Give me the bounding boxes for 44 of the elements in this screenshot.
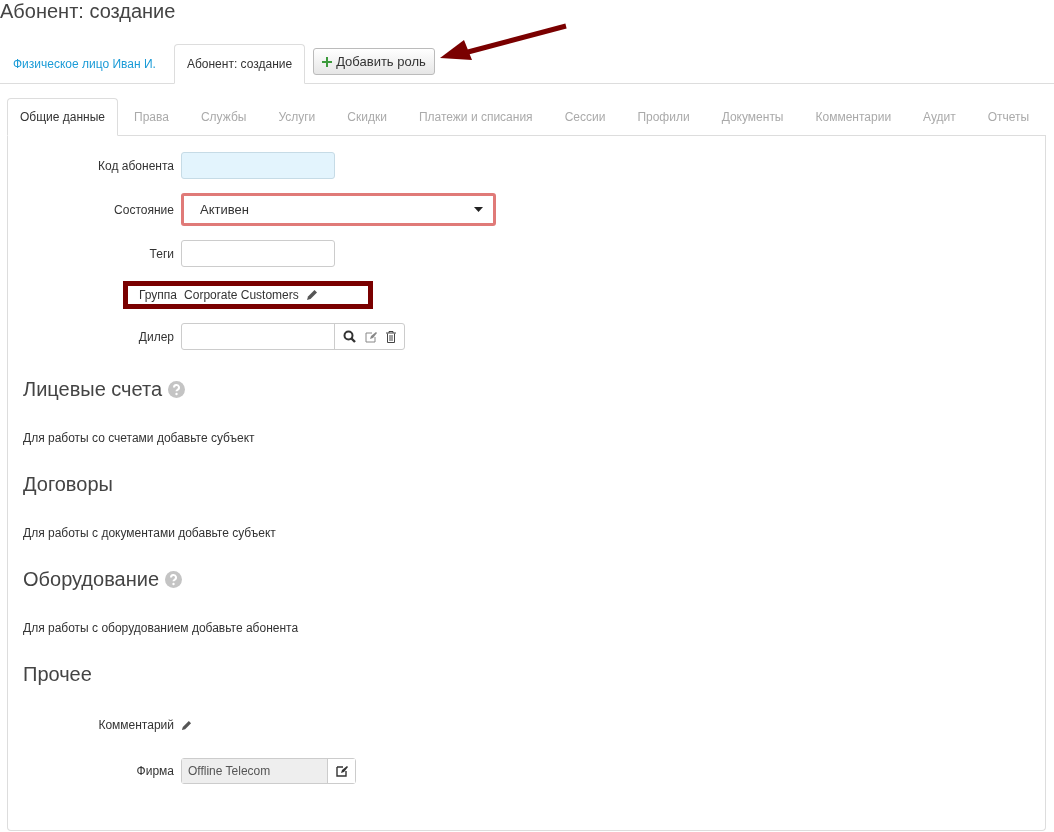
section-tab[interactable]: Права xyxy=(118,98,185,136)
caret-icon xyxy=(474,207,483,212)
info-message: Для работы с оборудованием добавьте абонента xyxy=(23,621,300,635)
plus-icon xyxy=(322,56,333,67)
section-heading: Прочее xyxy=(23,663,92,686)
role-tab[interactable]: Абонент: создание xyxy=(173,44,306,84)
group-value: Corporate Customers xyxy=(184,288,299,302)
company-field[interactable]: Offline Telecom xyxy=(181,758,356,784)
field-label: Код абонента xyxy=(97,158,174,173)
role-tab[interactable]: Физическое лицо Иван И. xyxy=(0,44,169,84)
pencil-icon[interactable] xyxy=(305,289,318,301)
info-message: Для работы с документами добавьте субъект xyxy=(23,526,277,540)
field-label: Фирма xyxy=(135,764,174,778)
search-icon[interactable] xyxy=(343,330,356,343)
edit-icon[interactable] xyxy=(365,330,377,343)
section-tab[interactable]: Профили xyxy=(621,98,706,136)
pencil-icon[interactable] xyxy=(181,719,192,731)
field-label: Комментарий xyxy=(97,718,174,732)
add-role-button[interactable]: Добавить роль xyxy=(313,48,435,75)
field-label: Дилер xyxy=(137,329,174,344)
section-heading: Оборудование xyxy=(23,568,160,591)
section-tab[interactable]: Общие данные xyxy=(7,98,119,136)
section-tab[interactable]: Отчеты xyxy=(971,98,1046,136)
section-tab[interactable]: Документы xyxy=(705,98,800,136)
section-tab[interactable]: Комментарии xyxy=(799,98,908,136)
section-tab[interactable]: Сессии xyxy=(548,98,622,136)
section-tab[interactable]: Платежи и списания xyxy=(402,98,549,136)
section-tab[interactable]: Скидки xyxy=(331,98,403,136)
input-field[interactable] xyxy=(181,152,335,179)
field-label: Теги xyxy=(148,246,174,261)
status-dropdown[interactable]: Активен xyxy=(181,193,496,226)
section-tab[interactable]: Службы xyxy=(184,98,263,136)
field-label: Группа xyxy=(138,288,178,302)
dealer-field[interactable] xyxy=(181,323,405,350)
section-heading: Договоры xyxy=(23,473,113,496)
section-heading: Лицевые счета xyxy=(23,378,163,401)
section-tab[interactable]: Услуги xyxy=(262,98,332,136)
field-label: Состояние xyxy=(113,202,174,217)
info-message: Для работы со счетами добавьте субъект xyxy=(23,431,256,445)
section-tab[interactable]: Аудит xyxy=(907,98,972,136)
edit-icon xyxy=(335,765,348,777)
input-field[interactable] xyxy=(181,240,335,267)
trash-icon[interactable] xyxy=(386,330,396,343)
page-title: Абонент: создание xyxy=(0,0,177,22)
